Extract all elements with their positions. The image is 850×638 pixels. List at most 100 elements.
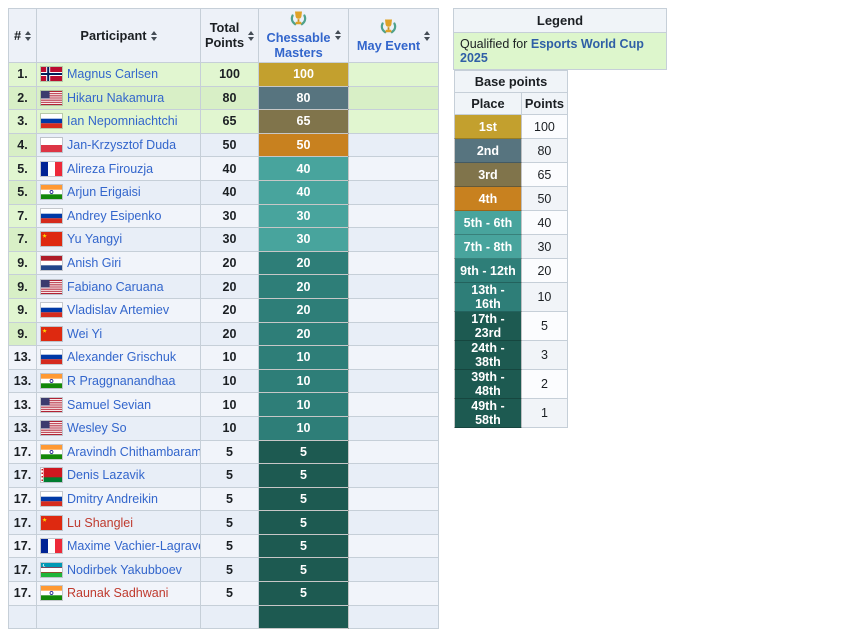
table-row: 13.R Praggnanandhaa1010 [9,369,439,393]
points-cell: 100 [521,115,567,139]
rank-cell: 17. [9,487,37,511]
player-link[interactable]: Denis Lazavik [67,468,145,482]
may-event-cell [349,180,439,204]
flag-icon-cn [41,232,62,246]
partial-cell [37,605,201,629]
may-event-cell [349,86,439,110]
chessable-masters-points-cell: 5 [259,464,349,488]
flag-icon-ru [41,114,62,128]
may-event-link[interactable]: May Event [357,39,420,54]
legend-qualified-row: Qualified for Esports World Cup 2025 [454,33,666,69]
rank-column-header[interactable]: # [9,9,37,63]
total-points-cell: 20 [201,251,259,275]
player-link[interactable]: Hikaru Nakamura [67,91,164,105]
chessable-masters-link[interactable]: Chessable Masters [266,31,330,60]
trophy-icon [289,10,308,31]
player-link[interactable]: Magnus Carlsen [67,67,158,81]
may-event-column-header[interactable]: May Event [349,9,439,63]
table-row: 9.Vladislav Artemiev2020 [9,298,439,322]
may-event-cell [349,133,439,157]
place-cell: 3rd [455,163,522,187]
partial-cell [9,605,37,629]
flag-icon-nl [41,256,62,270]
player-link[interactable]: Andrey Esipenko [67,209,162,223]
player-link[interactable]: Vladislav Artemiev [67,303,169,317]
rank-cell: 9. [9,322,37,346]
may-event-cell [349,393,439,417]
player-link[interactable]: R Praggnanandhaa [67,374,175,388]
player-link[interactable]: Alireza Firouzja [67,162,153,176]
total-points-header-line1: Total [210,21,240,36]
may-event-cell [349,369,439,393]
may-event-cell [349,582,439,606]
points-cell: 1 [521,399,567,428]
total-points-cell: 10 [201,416,259,440]
table-row: 4.Jan-Krzysztof Duda5050 [9,133,439,157]
total-points-cell: 80 [201,86,259,110]
rank-cell: 17. [9,558,37,582]
total-points-column-header[interactable]: Total Points [201,9,259,63]
sort-icon [424,31,430,41]
participant-cell: Aravindh Chithambaram [37,440,201,464]
table-row: 17.Raunak Sadhwani55 [9,582,439,606]
player-link[interactable]: Ian Nepomniachtchi [67,114,177,128]
participant-column-header[interactable]: Participant [37,9,201,63]
player-link[interactable]: Lu Shanglei [67,516,133,530]
player-link[interactable]: Samuel Sevian [67,398,151,412]
player-link[interactable]: Yu Yangyi [67,232,122,246]
rank-cell: 9. [9,251,37,275]
total-points-cell: 10 [201,369,259,393]
flag-icon-no [41,67,62,81]
place-cell: 7th - 8th [455,235,522,259]
total-points-cell: 10 [201,346,259,370]
player-link[interactable]: Alexander Grischuk [67,350,176,364]
chessable-masters-points-cell: 30 [259,204,349,228]
player-link[interactable]: Nodirbek Yakubboev [67,563,182,577]
table-row: 17.Nodirbek Yakubboev55 [9,558,439,582]
participant-cell: Yu Yangyi [37,228,201,252]
total-points-cell: 30 [201,228,259,252]
flag-icon-us [41,280,62,294]
player-link[interactable]: Arjun Erigaisi [67,185,141,199]
standings-table: # Participant Total Points [8,8,439,629]
rank-header-label: # [14,28,21,43]
player-link[interactable]: Aravindh Chithambaram [67,445,201,459]
trophy-icon [379,18,398,39]
flag-icon-fr [41,539,62,553]
points-cell: 65 [521,163,567,187]
may-event-cell [349,416,439,440]
player-link[interactable]: Fabiano Caruana [67,280,164,294]
flag-icon-fr [41,162,62,176]
may-event-cell [349,251,439,275]
player-link[interactable]: Anish Giri [67,256,121,270]
base-points-row: 49th - 58th1 [455,399,568,428]
may-event-cell [349,275,439,299]
total-points-cell: 5 [201,487,259,511]
may-event-cell [349,204,439,228]
player-link[interactable]: Dmitry Andreikin [67,492,158,506]
player-link[interactable]: Jan-Krzysztof Duda [67,138,176,152]
table-row: 13.Samuel Sevian1010 [9,393,439,417]
participant-cell: Arjun Erigaisi [37,180,201,204]
base-points-table: Base points Place Points 1st1002nd803rd6… [454,70,568,428]
table-row: 9.Wei Yi2020 [9,322,439,346]
player-link[interactable]: Raunak Sadhwani [67,586,168,600]
player-link[interactable]: Wei Yi [67,327,102,341]
sort-icon [335,30,341,40]
sort-icon [248,31,254,41]
points-cell: 80 [521,139,567,163]
chessable-masters-column-header[interactable]: Chessable Masters [259,9,349,63]
participant-cell: Ian Nepomniachtchi [37,110,201,134]
total-points-cell: 20 [201,275,259,299]
may-event-cell [349,346,439,370]
chessable-masters-points-cell: 5 [259,558,349,582]
chessable-masters-points-cell: 5 [259,582,349,606]
rank-cell: 5. [9,180,37,204]
player-link[interactable]: Wesley So [67,421,127,435]
partial-cell [201,605,259,629]
total-points-cell: 20 [201,298,259,322]
table-row: 9.Fabiano Caruana2020 [9,275,439,299]
may-event-cell [349,534,439,558]
player-link[interactable]: Maxime Vachier-Lagrave [67,539,201,553]
participant-cell: Dmitry Andreikin [37,487,201,511]
